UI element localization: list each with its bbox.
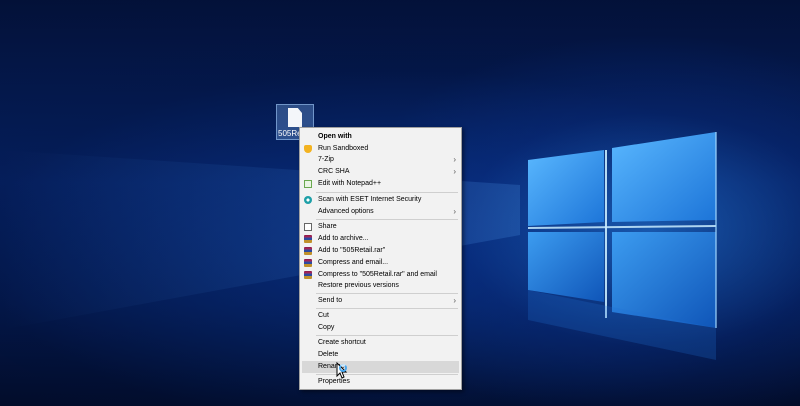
menu-item-add-to-archive[interactable]: Add to archive... (302, 233, 459, 245)
chevron-right-icon: › (453, 155, 456, 164)
menu-item-scan-eset[interactable]: Scan with ESET Internet Security (302, 194, 459, 206)
menu-separator (316, 219, 458, 220)
logo-pane-bottom-left (528, 232, 604, 302)
file-icon (288, 108, 302, 127)
chevron-right-icon: › (453, 207, 456, 216)
share-icon (304, 223, 312, 231)
winrar-icon (304, 259, 312, 267)
menu-item-add-to-rar[interactable]: Add to "505Retail.rar" (302, 245, 459, 257)
logo-pane-top-left (528, 150, 604, 226)
context-menu[interactable]: Open with Run Sandboxed 7-Zip › CRC SHA … (299, 127, 462, 390)
chevron-right-icon: › (453, 167, 456, 176)
menu-separator (316, 293, 458, 294)
menu-item-open-with[interactable]: Open with (302, 131, 459, 143)
menu-item-edit-notepadpp[interactable]: Edit with Notepad++ (302, 178, 459, 190)
menu-separator (316, 308, 458, 309)
menu-item-compress-and-email[interactable]: Compress and email... (302, 257, 459, 269)
menu-item-cut[interactable]: Cut (302, 310, 459, 322)
eset-icon (304, 196, 312, 204)
menu-item-rename[interactable]: Rename (302, 361, 459, 373)
menu-item-create-shortcut[interactable]: Create shortcut (302, 337, 459, 349)
menu-item-send-to[interactable]: Send to › (302, 295, 459, 307)
winrar-icon (304, 271, 312, 279)
menu-separator (316, 192, 458, 193)
menu-item-share[interactable]: Share (302, 221, 459, 233)
winrar-icon (304, 247, 312, 255)
notepad-plus-plus-icon (304, 180, 312, 188)
menu-item-delete[interactable]: Delete (302, 349, 459, 361)
menu-item-7zip[interactable]: 7-Zip › (302, 154, 459, 166)
menu-item-advanced-options[interactable]: Advanced options › (302, 206, 459, 218)
menu-item-properties[interactable]: Properties (302, 376, 459, 388)
menu-item-copy[interactable]: Copy (302, 322, 459, 334)
logo-pane-top-right (612, 132, 716, 222)
winrar-icon (304, 235, 312, 243)
menu-separator (316, 335, 458, 336)
menu-item-crc-sha[interactable]: CRC SHA › (302, 166, 459, 178)
menu-item-restore-previous-versions[interactable]: Restore previous versions (302, 280, 459, 292)
desktop[interactable]: 505Retail Open with Run Sandboxed 7-Zip … (0, 0, 800, 406)
shield-icon (304, 145, 312, 153)
busy-spinner-icon (339, 364, 347, 372)
chevron-right-icon: › (453, 296, 456, 305)
